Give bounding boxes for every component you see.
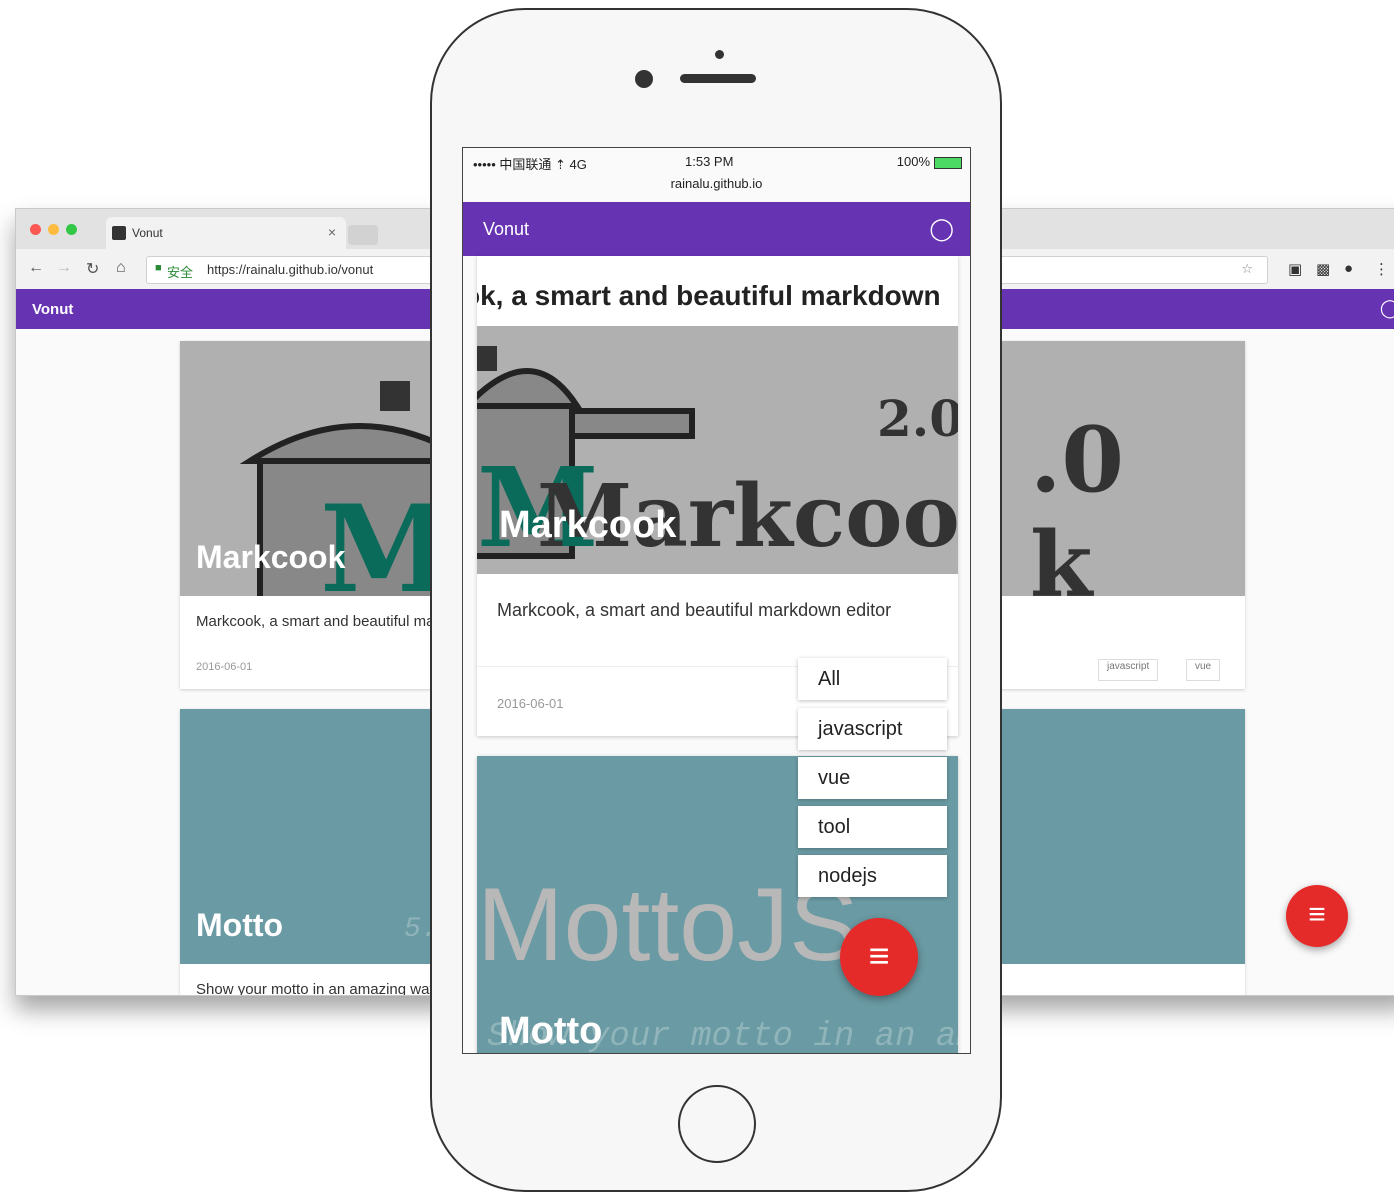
battery-percent: 100% — [896, 154, 930, 169]
maximize-window-button[interactable] — [66, 224, 77, 235]
github-icon[interactable]: ◯ — [1380, 298, 1394, 319]
card-title: Motto — [196, 907, 284, 943]
card-title: Markcook — [499, 504, 677, 546]
card-title: Motto — [499, 1010, 603, 1052]
home-icon[interactable]: ⌂ — [116, 259, 126, 277]
earpiece-speaker — [680, 74, 756, 83]
svg-text:.0: .0 — [1030, 407, 1124, 513]
github-icon[interactable]: ◯ — [929, 216, 954, 242]
github-extension-icon[interactable]: ● — [1344, 260, 1353, 277]
battery-icon — [934, 156, 962, 169]
qr-extension-icon[interactable]: ▩ — [1316, 260, 1330, 278]
filter-menu-fab[interactable]: ≡ — [840, 918, 918, 996]
tab-close-icon[interactable]: × — [328, 224, 336, 240]
status-time: 1:53 PM — [685, 154, 734, 169]
card-description: Show your motto in an amazing way — [196, 981, 437, 996]
status-battery: 100% — [897, 154, 962, 169]
phone-screen: ••••• 中国联通 ⇡ 4G 1:53 PM 100% rainalu.git… — [462, 147, 971, 1054]
front-camera — [635, 70, 653, 88]
menu-icon: ≡ — [1308, 898, 1326, 931]
bookmark-star-icon[interactable]: ☆ — [1241, 261, 1253, 277]
card-description: Markcook, a smart and beautiful markdown… — [497, 600, 892, 620]
mobile-app-bar: Vonut ◯ — [463, 202, 970, 256]
more-menu-icon[interactable]: ⋮ — [1374, 260, 1389, 278]
address-url: https://rainalu.github.io/vonut — [207, 262, 374, 277]
lock-icon: ■ — [155, 262, 162, 274]
ios-status-bar: ••••• 中国联通 ⇡ 4G 1:53 PM 100% rainalu.git… — [463, 148, 970, 202]
filter-menu-item-tool[interactable]: tool — [798, 806, 947, 848]
forward-icon[interactable]: → — [56, 259, 72, 277]
filter-menu-item-javascript[interactable]: javascript — [798, 708, 947, 750]
project-card-motto[interactable]: MottoJS Show your motto in an amazing Mo… — [477, 756, 958, 1053]
status-carrier: ••••• 中国联通 ⇡ 4G — [473, 157, 587, 172]
card-title: Markcook — [196, 539, 346, 575]
tag-chip-javascript[interactable]: javascript — [1098, 659, 1159, 681]
back-icon[interactable]: ← — [28, 259, 44, 277]
menu-icon: ≡ — [868, 935, 890, 976]
filter-menu-item-nodejs[interactable]: nodejs — [798, 855, 947, 897]
new-tab-button[interactable] — [348, 225, 378, 245]
app-name[interactable]: Vonut — [483, 219, 529, 240]
mobile-address[interactable]: rainalu.github.io — [463, 176, 970, 191]
secure-label: 安全 — [167, 265, 194, 280]
tab-title: Vonut — [132, 226, 163, 240]
proximity-sensor — [715, 50, 724, 59]
app-name[interactable]: Vonut — [32, 301, 73, 318]
browser-tab[interactable]: Vonut × — [106, 217, 346, 249]
favicon-icon — [112, 226, 126, 240]
tag-chip-vue[interactable]: vue — [1186, 659, 1221, 681]
close-window-button[interactable] — [30, 224, 41, 235]
card-date: 2016-06-01 — [497, 696, 564, 711]
svg-text:k: k — [1030, 512, 1094, 596]
version-text: 2.0 — [877, 389, 958, 448]
filter-menu-item-vue[interactable]: vue — [798, 757, 947, 799]
minimize-window-button[interactable] — [48, 224, 59, 235]
extension-icon[interactable]: ▣ — [1288, 260, 1302, 278]
card-date: 2016-06-01 — [196, 661, 253, 673]
card-image: ok, a smart and beautiful markdown M 2.0… — [477, 256, 958, 574]
filter-menu-fab[interactable]: ≡ — [1286, 885, 1348, 947]
home-button[interactable] — [678, 1085, 756, 1163]
reload-icon[interactable]: ↻ — [86, 259, 99, 279]
filter-menu-item-all[interactable]: All — [798, 658, 947, 700]
